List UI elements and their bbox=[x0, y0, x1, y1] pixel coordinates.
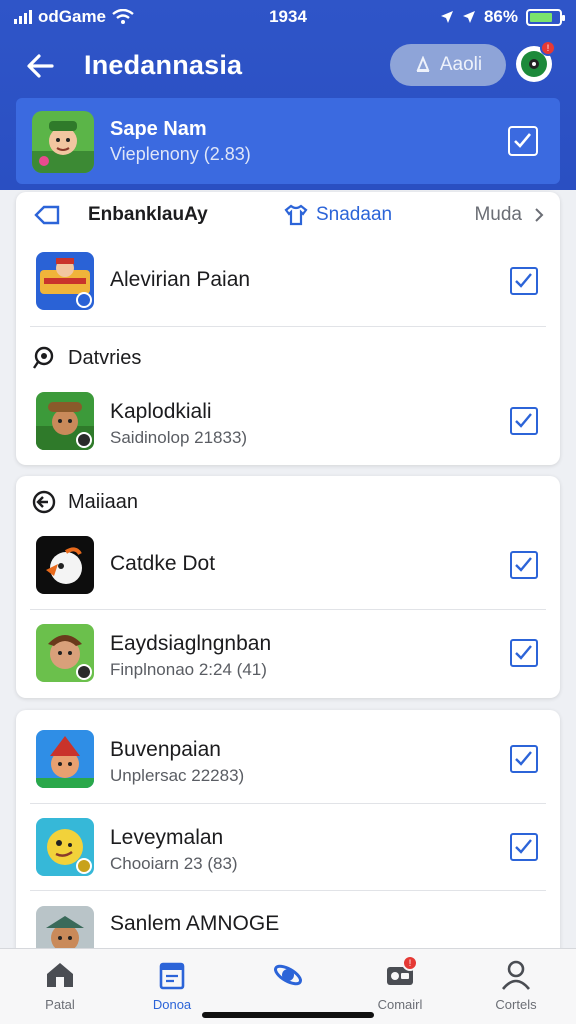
games-card-2: Maiiaan Catdke Dot Eaydsiaglngnban Finpl… bbox=[16, 476, 560, 698]
section-title: Maiiaan bbox=[68, 490, 139, 513]
checkmark-icon bbox=[515, 645, 532, 660]
bell-icon bbox=[416, 56, 430, 72]
tab-label: EnbanklauAy bbox=[88, 204, 208, 225]
game-sub: Chooiarn 23 (83) bbox=[110, 854, 238, 873]
back-arrow-icon[interactable] bbox=[22, 48, 58, 84]
list-item[interactable]: Leveymalan Chooiarn 23 (83) bbox=[16, 804, 560, 890]
game-checkbox[interactable] bbox=[510, 267, 538, 295]
profile-avatar[interactable]: ! bbox=[516, 40, 556, 82]
section-title: Datvries bbox=[68, 346, 142, 369]
game-checkbox[interactable] bbox=[510, 551, 538, 579]
tab-explore[interactable] bbox=[243, 959, 333, 997]
game-checkbox[interactable] bbox=[510, 639, 538, 667]
game-title: Alevirian Paian bbox=[110, 268, 251, 291]
status-badge bbox=[76, 664, 92, 680]
game-icon bbox=[36, 252, 94, 310]
status-badge bbox=[76, 858, 92, 874]
checkmark-icon bbox=[515, 557, 532, 572]
location-icon bbox=[440, 11, 453, 23]
featured-game-icon bbox=[32, 111, 94, 173]
tab-patal[interactable]: Patal bbox=[15, 959, 105, 1012]
checkmark-icon bbox=[515, 839, 532, 854]
home-indicator bbox=[202, 1012, 374, 1018]
game-icon bbox=[36, 730, 94, 788]
tag-icon bbox=[34, 205, 60, 225]
game-sub: Finplnonao 2:24 (41) bbox=[110, 660, 267, 679]
status-badge bbox=[76, 432, 92, 448]
tab-label: Patal bbox=[45, 997, 75, 1012]
game-title: Kaplodkiali bbox=[110, 400, 212, 423]
tab-donoa[interactable]: Donoa bbox=[127, 959, 217, 1012]
tab-comairl[interactable]: ! Comairl bbox=[355, 955, 445, 1012]
tab-cortels[interactable]: Cortels bbox=[471, 959, 561, 1012]
featured-checkbox[interactable] bbox=[508, 126, 538, 156]
search-icon bbox=[33, 346, 54, 369]
game-title: Catdke Dot bbox=[110, 552, 216, 575]
featured-game-sub: Vieplenony (2.83) bbox=[110, 144, 251, 164]
games-card-3: Buvenpaian Unplersac 22283) Leveymalan C… bbox=[16, 710, 560, 964]
page-title: Inedannasia bbox=[84, 50, 243, 80]
header-action-label: Aaoli bbox=[439, 54, 483, 75]
list-item[interactable]: Kaplodkiali Saidinolop 21833) bbox=[16, 378, 560, 464]
game-sub: Saidinolop 21833) bbox=[110, 428, 248, 447]
game-sub: Unplersac 22283) bbox=[110, 766, 245, 785]
chevron-right-icon bbox=[535, 208, 544, 222]
game-icon bbox=[36, 536, 94, 594]
game-title: Eaydsiaglngnban bbox=[110, 632, 272, 655]
notification-badge: ! bbox=[402, 955, 418, 971]
house-icon bbox=[47, 963, 73, 987]
game-checkbox[interactable] bbox=[510, 833, 538, 861]
game-title: Buvenpaian bbox=[110, 738, 221, 761]
shirt-icon bbox=[284, 204, 308, 226]
game-title: Leveymalan bbox=[110, 826, 224, 849]
featured-game-card[interactable]: Sape Nam Vieplenony (2.83) bbox=[16, 98, 560, 184]
section-maiiaan: Maiiaan bbox=[32, 490, 138, 514]
list-item[interactable]: Eaydsiaglngnban Finplnonao 2:24 (41) bbox=[16, 610, 560, 696]
header-action-button[interactable]: Aaoli bbox=[390, 44, 506, 86]
game-icon bbox=[36, 392, 94, 450]
featured-game-name: Sape Nam bbox=[110, 118, 207, 140]
tab-label: Donoa bbox=[152, 997, 192, 1012]
person-icon bbox=[501, 960, 531, 990]
battery-percent: 86% bbox=[483, 7, 518, 26]
tab-label: Comairl bbox=[377, 997, 423, 1012]
tab-snadaan[interactable]: Snadaan bbox=[284, 204, 392, 226]
navigation-icon bbox=[462, 11, 475, 23]
tab-label: Snadaan bbox=[316, 204, 393, 225]
list-item[interactable]: Buvenpaian Unplersac 22283) bbox=[16, 716, 560, 802]
game-checkbox[interactable] bbox=[510, 407, 538, 435]
checkmark-icon bbox=[515, 413, 532, 428]
planet-icon bbox=[274, 964, 302, 986]
app-header: odGame 1934 86% Inedannasia Aaoli ! Sape… bbox=[0, 0, 576, 190]
back-circle-icon bbox=[32, 490, 56, 514]
tab-muda[interactable]: Muda bbox=[474, 204, 544, 226]
battery-icon bbox=[526, 8, 565, 26]
checkmark-icon bbox=[515, 273, 532, 288]
section-datvries: Datvries bbox=[32, 346, 141, 370]
checkmark-icon bbox=[515, 751, 532, 766]
tab-label: Muda bbox=[474, 204, 522, 225]
checkmark-icon bbox=[514, 133, 531, 148]
divider bbox=[30, 890, 546, 891]
tab-label: Cortels bbox=[495, 997, 537, 1012]
status-badge bbox=[76, 292, 92, 308]
status-bar: odGame 1934 86% bbox=[0, 0, 576, 34]
notification-badge: ! bbox=[540, 40, 556, 56]
game-icon bbox=[36, 818, 94, 876]
game-checkbox[interactable] bbox=[510, 745, 538, 773]
divider bbox=[30, 326, 546, 327]
game-icon bbox=[36, 624, 94, 682]
document-icon bbox=[159, 962, 185, 990]
filter-tabs: EnbanklauAy Snadaan Muda bbox=[16, 192, 560, 242]
list-item[interactable]: Catdke Dot bbox=[16, 522, 560, 608]
list-item[interactable]: Alevirian Paian bbox=[16, 238, 560, 324]
tab-enbanklauay[interactable]: EnbanklauAy bbox=[34, 204, 208, 226]
game-title: Sanlem AMNOGE bbox=[110, 912, 280, 935]
games-card-1: EnbanklauAy Snadaan Muda Alevirian Paian… bbox=[16, 192, 560, 465]
